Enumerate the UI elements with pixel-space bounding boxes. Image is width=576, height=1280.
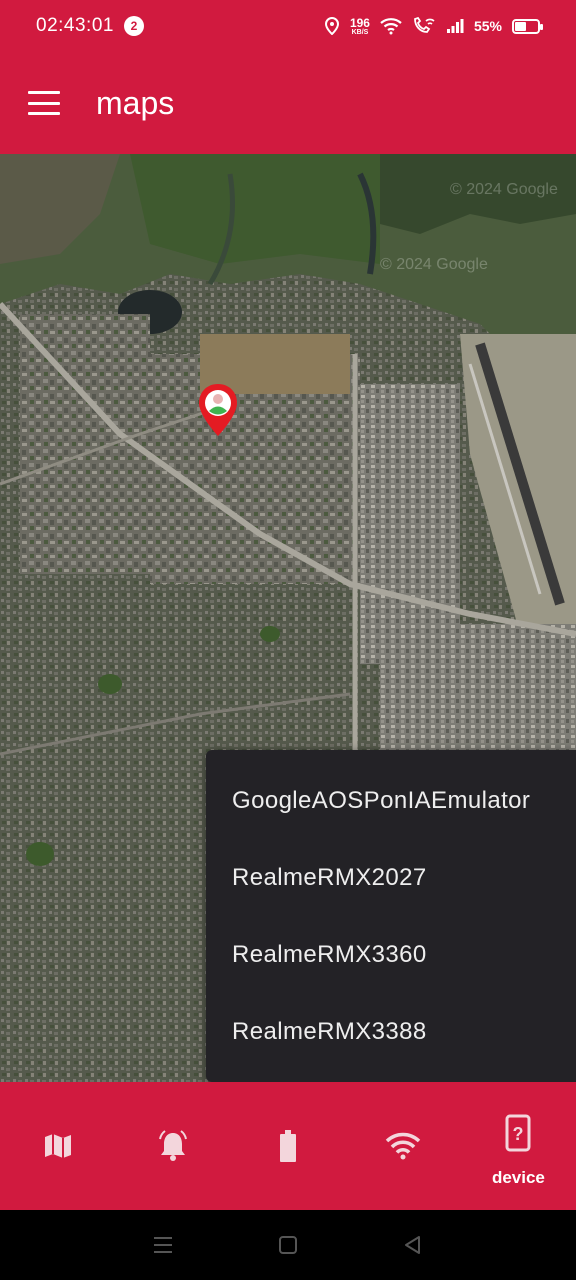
- status-bar: 02:43:01 2 196 KB/S 55%: [0, 0, 576, 52]
- battery-status-icon: [512, 18, 543, 34]
- device-menu-item[interactable]: RealmeRMX3388: [206, 993, 576, 1070]
- nav-item-battery[interactable]: [230, 1082, 345, 1210]
- network-speed-unit: KB/S: [351, 28, 369, 36]
- home-icon[interactable]: [277, 1234, 299, 1256]
- page-title: maps: [96, 84, 175, 121]
- wifi-status-icon: [380, 18, 402, 35]
- nav-item-device-label: device: [491, 1168, 545, 1187]
- battery-percent: 55%: [473, 18, 502, 34]
- signal-icon: [446, 19, 464, 33]
- hamburger-menu-icon[interactable]: [28, 91, 60, 115]
- location-icon: [324, 17, 339, 35]
- notification-count-badge: 2: [123, 16, 144, 36]
- status-time: 02:43:01: [36, 15, 114, 36]
- svg-text:?: ?: [513, 1124, 524, 1144]
- location-pin-icon[interactable]: [196, 382, 240, 438]
- map-icon: [44, 1134, 71, 1158]
- device-unknown-icon: ?: [505, 1114, 531, 1152]
- back-icon[interactable]: [402, 1234, 424, 1256]
- device-dropdown-menu: GoogleAOSPonIAEmulator RealmeRMX2027 Rea…: [206, 750, 576, 1082]
- wifi-icon: [385, 1132, 421, 1160]
- nav-item-device[interactable]: ? device: [461, 1082, 576, 1210]
- nav-item-wifi[interactable]: [346, 1082, 461, 1210]
- recent-apps-icon[interactable]: [152, 1235, 174, 1255]
- bell-icon: [158, 1130, 187, 1161]
- bottom-navigation: ? device: [0, 1082, 576, 1210]
- battery-icon: [280, 1130, 296, 1162]
- app-bar: maps: [0, 52, 576, 154]
- wifi-call-icon: [414, 17, 435, 33]
- device-menu-item[interactable]: RealmeRMX3360: [206, 916, 576, 993]
- network-speed: 196 KB/S: [350, 17, 370, 36]
- map-watermark-1: © 2024 Google: [450, 181, 558, 198]
- battery-level-fill: [515, 21, 527, 31]
- status-icons: 196 KB/S 55%: [324, 17, 543, 36]
- network-speed-value: 196: [349, 15, 370, 30]
- device-menu-item[interactable]: RealmeRMX2027: [206, 839, 576, 916]
- system-navigation-bar: [0, 1210, 576, 1280]
- nav-item-alerts[interactable]: [115, 1082, 230, 1210]
- device-menu-item[interactable]: GoogleAOSPonIAEmulator: [206, 762, 576, 839]
- nav-item-map[interactable]: [0, 1082, 115, 1210]
- map-watermark-2: © 2024 Google: [380, 256, 488, 273]
